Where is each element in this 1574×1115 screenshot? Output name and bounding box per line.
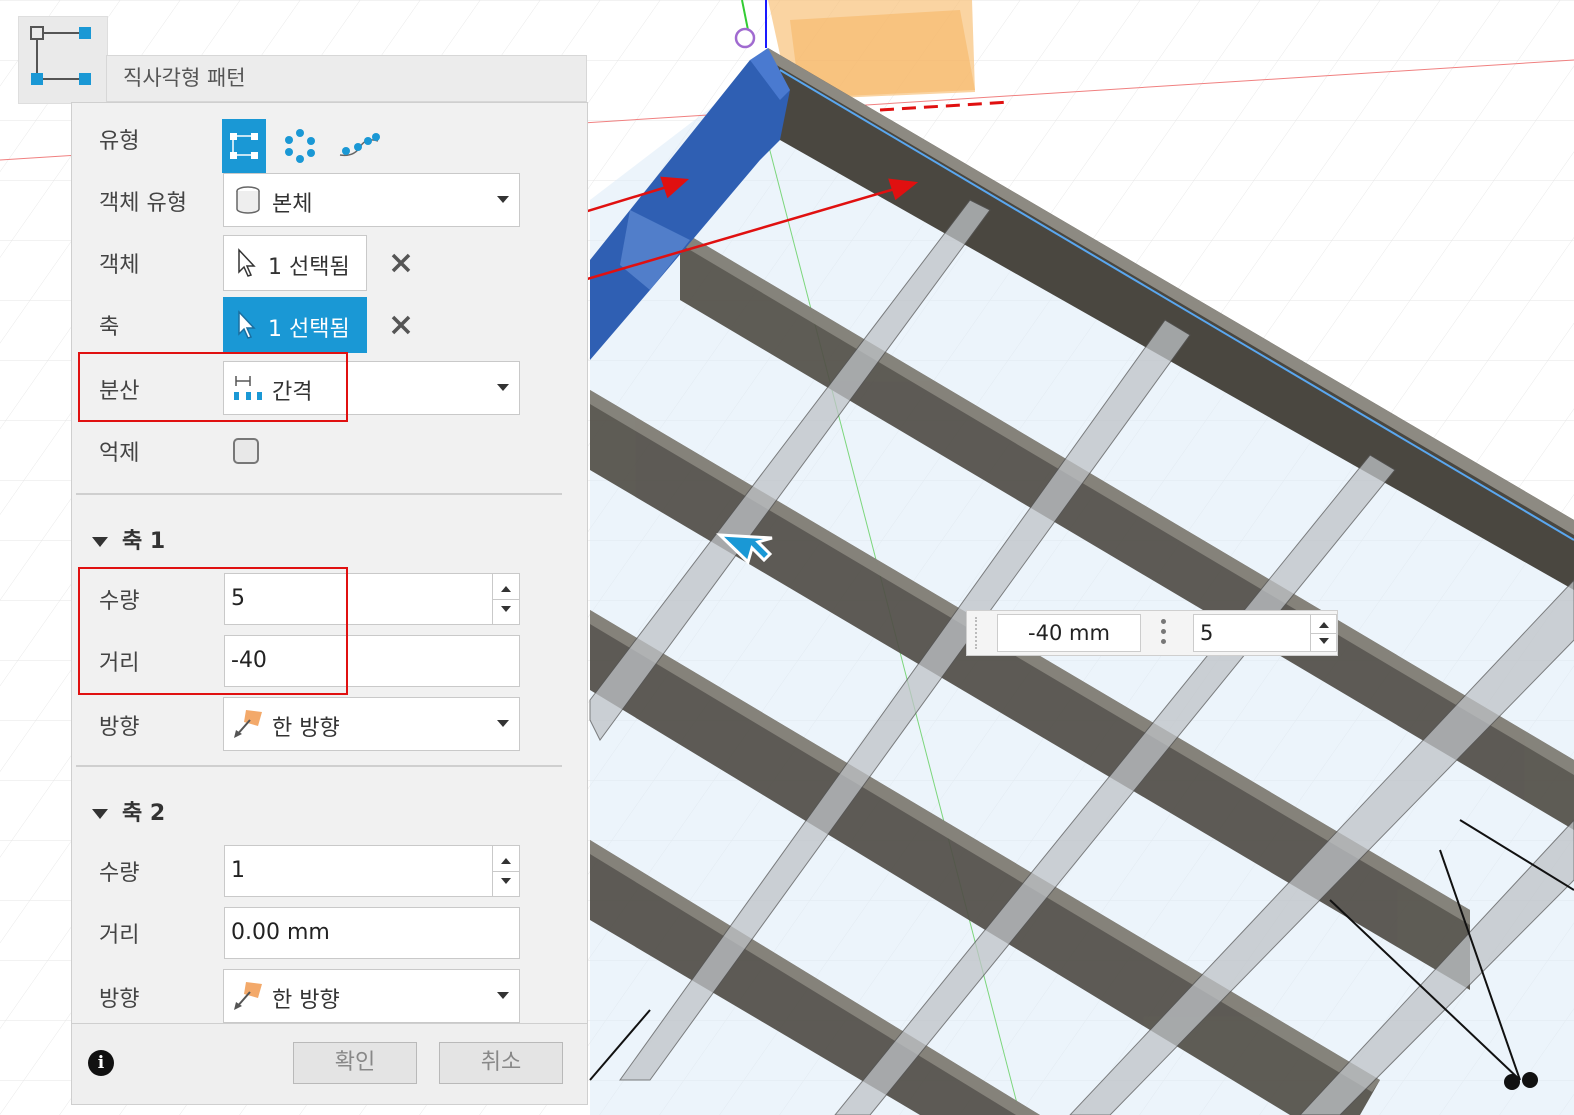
divider	[76, 765, 562, 767]
divider	[76, 493, 562, 495]
dialog-title: 직사각형 패턴	[106, 55, 587, 102]
axis-row: 축 1 선택됨	[72, 297, 587, 353]
type-label: 유형	[99, 129, 140, 154]
axis2-section-header[interactable]: 축 2	[92, 795, 165, 827]
mini-quantity-input[interactable]: 5	[1193, 614, 1337, 652]
object-type-row: 객체 유형 본체	[72, 173, 587, 229]
more-icon[interactable]	[1161, 619, 1167, 649]
suppress-checkbox[interactable]	[233, 438, 259, 464]
triangle-down-icon	[92, 537, 108, 547]
axis2-distance-input[interactable]: 0.00 mm	[224, 907, 520, 959]
close-icon[interactable]	[386, 310, 416, 340]
cancel-button[interactable]: 취소	[439, 1042, 563, 1084]
mini-distance-input[interactable]: -40 mm	[997, 614, 1141, 652]
axis2-direction-dropdown[interactable]: 한 방향	[223, 969, 520, 1023]
axis2-distance-value: 0.00 mm	[231, 920, 330, 945]
axis-select-button[interactable]: 1 선택됨	[223, 297, 367, 353]
suppress-label: 억제	[99, 441, 140, 466]
axis2-quantity-input[interactable]: 1	[224, 845, 520, 897]
axis1-direction-dropdown[interactable]: 한 방향	[223, 697, 520, 751]
axis2-distance-row: 거리 0.00 mm	[72, 905, 587, 961]
axis2-direction-row: 방향 한 방향	[72, 969, 587, 1025]
axis2-quantity-row: 수량 1	[72, 843, 587, 899]
drag-handle[interactable]	[975, 617, 989, 649]
path-pattern-icon[interactable]	[336, 119, 380, 173]
ok-button[interactable]: 확인	[293, 1042, 417, 1084]
axis-label: 축	[99, 315, 120, 340]
axis2-direction-value: 한 방향	[272, 988, 340, 1013]
axis2-quantity-label: 수량	[99, 861, 140, 886]
close-icon[interactable]	[386, 248, 416, 278]
cursor-icon	[238, 310, 256, 339]
chevron-down-icon	[497, 196, 509, 203]
axis2-quantity-value: 1	[231, 858, 245, 883]
objects-selected-count: 1 선택됨	[268, 255, 350, 280]
info-icon[interactable]: i	[88, 1050, 114, 1076]
direction-icon	[234, 982, 262, 1010]
objects-row: 객체 1 선택됨	[72, 235, 587, 291]
chevron-down-icon	[497, 720, 509, 727]
axis-selected-count: 1 선택됨	[268, 317, 350, 342]
chevron-down-icon	[497, 992, 509, 999]
axis2-distance-label: 거리	[99, 923, 140, 948]
axis1-direction-label: 방향	[99, 715, 140, 740]
dialog-footer: i 확인 취소	[72, 1023, 587, 1104]
object-type-value: 본체	[272, 192, 313, 217]
mini-quantity-value: 5	[1200, 621, 1214, 645]
type-row: 유형	[72, 111, 587, 173]
rectangular-pattern-icon	[18, 16, 108, 104]
axis2-header-label: 축 2	[122, 801, 166, 826]
object-type-label: 객체 유형	[99, 191, 187, 216]
objects-label: 객체	[99, 253, 140, 278]
suppress-row: 억제	[72, 423, 587, 479]
chevron-down-icon	[497, 384, 509, 391]
cursor-icon	[238, 248, 256, 277]
highlight-box	[78, 567, 348, 695]
highlight-box	[78, 352, 348, 422]
viewport-mini-toolbar: -40 mm 5	[966, 610, 1338, 656]
quantity-stepper[interactable]	[1310, 615, 1336, 651]
axis2-direction-label: 방향	[99, 987, 140, 1012]
axis1-direction-row: 방향 한 방향	[72, 697, 587, 753]
body-icon	[236, 186, 260, 214]
axis1-section-header[interactable]: 축 1	[92, 523, 165, 555]
axis1-header-label: 축 1	[122, 529, 166, 554]
triangle-down-icon	[92, 809, 108, 819]
rectangular-type-button[interactable]	[222, 119, 266, 173]
objects-select-button[interactable]: 1 선택됨	[223, 235, 367, 291]
circular-pattern-icon[interactable]	[278, 119, 322, 173]
quantity-stepper[interactable]	[492, 846, 519, 896]
quantity-stepper[interactable]	[492, 574, 519, 624]
object-type-dropdown[interactable]: 본체	[223, 173, 520, 227]
axis1-direction-value: 한 방향	[272, 716, 340, 741]
direction-icon	[234, 710, 262, 738]
